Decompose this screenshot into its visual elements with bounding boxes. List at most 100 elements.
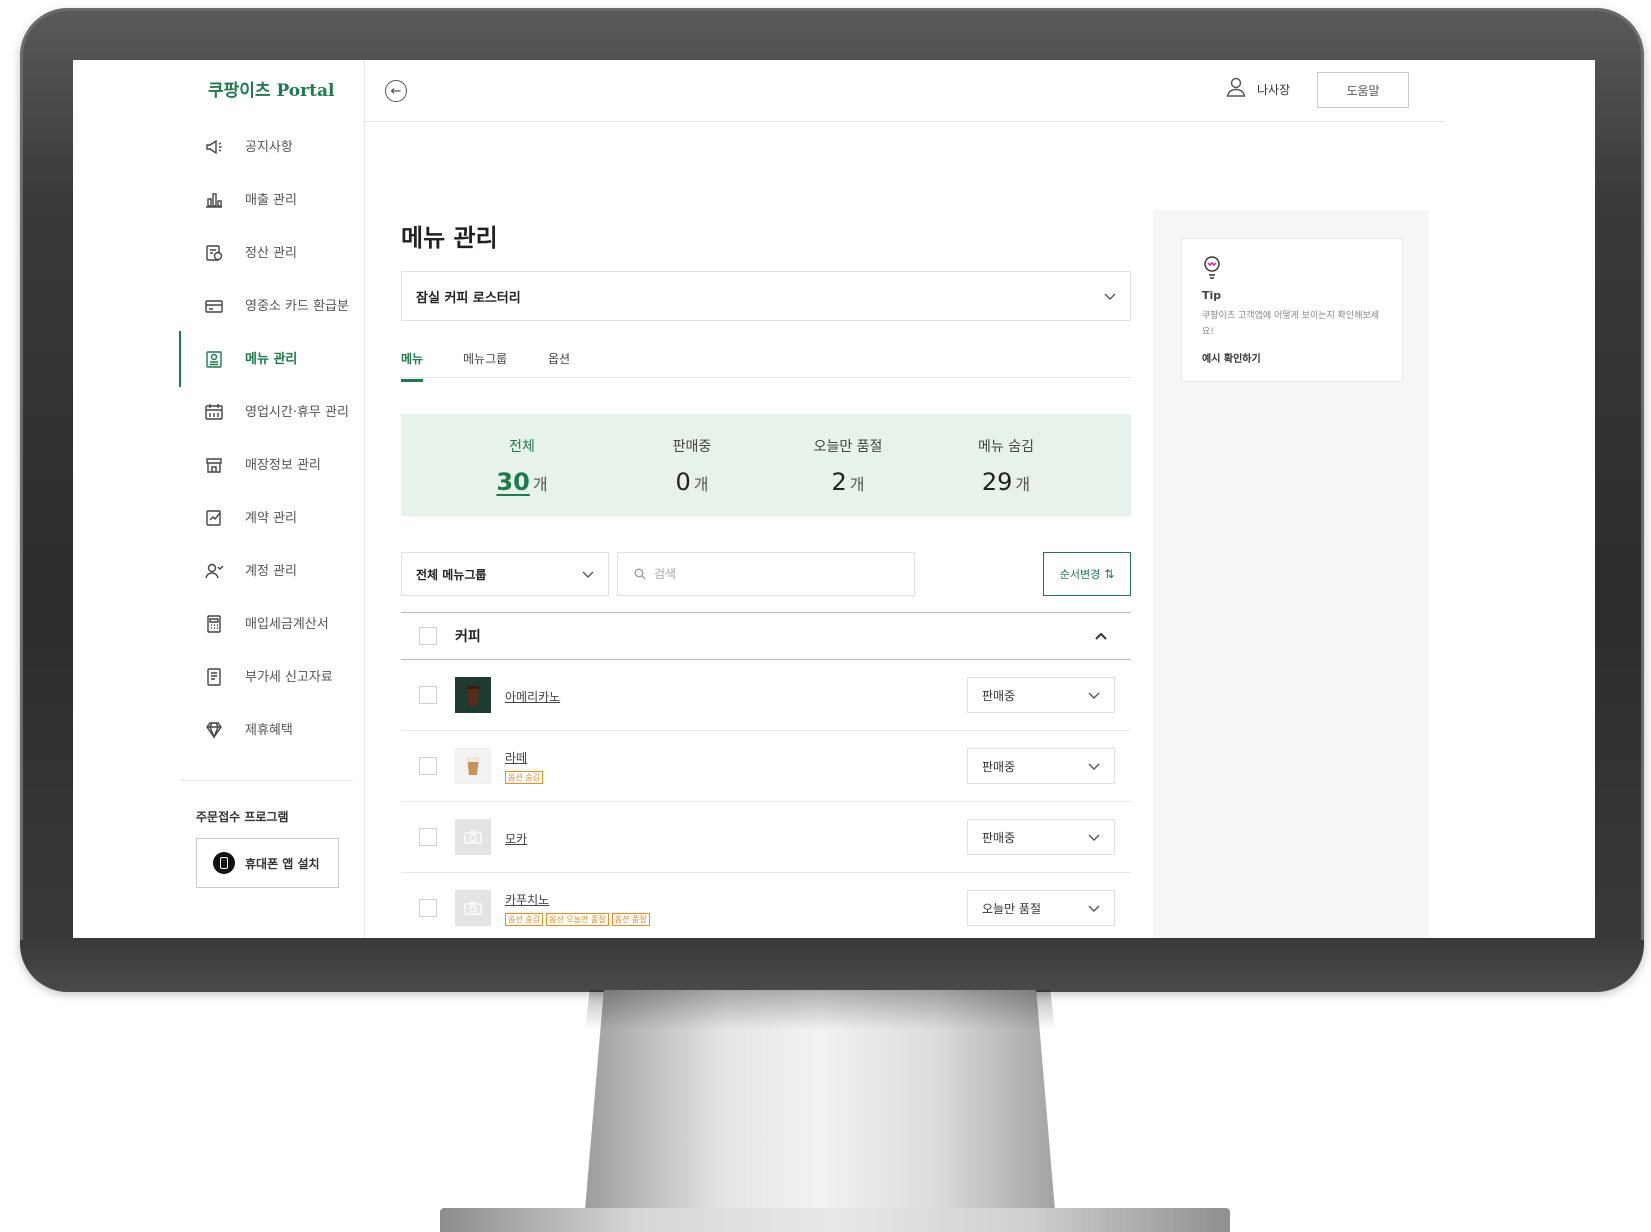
status-value: 판매중: [982, 759, 1016, 774]
sidebar-item-contract[interactable]: 계약 관리: [73, 496, 365, 540]
active-indicator: [179, 331, 181, 387]
menu-group-filter[interactable]: 전체 메뉴그룹: [401, 552, 609, 596]
sidebar-item-tax-invoice[interactable]: 매입세금계산서: [73, 602, 365, 646]
menu-item-row: 카푸치노 옵션 숨김 옵션 오늘만 품절 옵션 품절 오늘만 품절: [401, 873, 1131, 938]
sidebar-item-notices[interactable]: 공지사항: [73, 125, 365, 169]
page-title: 메뉴 관리: [401, 224, 498, 252]
sidebar-item-settlement[interactable]: 정산 관리: [73, 231, 365, 275]
status-value: 오늘만 품절: [982, 901, 1042, 916]
store-select[interactable]: 잠실 커피 로스터리: [401, 271, 1131, 321]
option-tag: 옵션 숨김: [505, 771, 543, 784]
user-icon: [1225, 76, 1247, 102]
camera-icon: [455, 819, 491, 855]
menu-item-row: 아메리카노 판매중: [401, 660, 1131, 731]
chevron-up-icon[interactable]: [1093, 628, 1109, 644]
main-content: 메뉴 관리 잠실 커피 로스터리 메뉴 메뉴그룹 옵션 전체 30 개 판매중 0…: [365, 122, 1163, 938]
sort-arrows-icon: ⇅: [1104, 567, 1115, 581]
chevron-down-icon: [1088, 692, 1100, 699]
reorder-button[interactable]: 순서변경 ⇅: [1043, 552, 1131, 596]
user-menu[interactable]: 나사장: [1225, 76, 1290, 102]
app-logo[interactable]: 쿠팡이츠 Portal: [208, 76, 334, 101]
screen: 쿠팡이츠 Portal 공지사항 매출 관리 정산 관리 영중소 카드 환급분 …: [73, 60, 1595, 938]
right-panel: Tip 쿠팡이츠 고객앱에 어떻게 보이는지 확인해보세요! 예시 확인하기: [1153, 210, 1429, 938]
monitor-chin: [20, 940, 1644, 992]
tab-options[interactable]: 옵션: [548, 350, 570, 379]
help-button[interactable]: 도움말: [1317, 72, 1409, 108]
menu-item-status-select[interactable]: 판매중: [967, 819, 1115, 855]
menu-item-thumbnail: [455, 677, 491, 713]
tip-title: Tip: [1202, 289, 1222, 302]
sidebar-item-hours[interactable]: 영업시간·휴무 관리: [73, 390, 365, 434]
monitor-stand-shadow: [585, 990, 1055, 1030]
camera-icon: [455, 890, 491, 926]
menu-item-status-select[interactable]: 판매중: [967, 748, 1115, 784]
tip-example-link[interactable]: 예시 확인하기: [1202, 350, 1382, 365]
stat-unit: 개: [693, 475, 709, 494]
sidebar-item-account[interactable]: 계정 관리: [73, 549, 365, 593]
stat-on-sale[interactable]: 판매중 0개: [617, 436, 767, 496]
menu-item-name[interactable]: 카푸치노: [505, 891, 549, 908]
lightbulb-icon: [1202, 256, 1222, 283]
sidebar-item-label: 매장정보 관리: [245, 457, 321, 473]
account-icon: [203, 560, 225, 582]
contract-icon: [203, 507, 225, 529]
item-checkbox[interactable]: [419, 686, 437, 704]
megaphone-icon: [203, 136, 225, 158]
order-program-title: 주문접수 프로그램: [196, 810, 289, 824]
chevron-down-icon: [1088, 905, 1100, 912]
sidebar-item-label: 공지사항: [245, 139, 293, 155]
sidebar-item-vat[interactable]: 부가세 신고자료: [73, 655, 365, 699]
tip-card: Tip 쿠팡이츠 고객앱에 어떻게 보이는지 확인해보세요! 예시 확인하기: [1181, 238, 1403, 382]
stat-unit: 개: [849, 475, 865, 494]
option-tag: 옵션 숨김: [505, 913, 543, 926]
sidebar-item-sales[interactable]: 매출 관리: [73, 178, 365, 222]
stat-all[interactable]: 전체 30 개: [447, 436, 597, 496]
sidebar-item-label: 영중소 카드 환급분: [245, 298, 349, 314]
calculator-icon: [203, 613, 225, 635]
install-app-button[interactable]: 휴대폰 앱 설치: [196, 838, 339, 888]
stat-sold-out-today[interactable]: 오늘만 품절 2개: [773, 436, 923, 496]
tab-menu[interactable]: 메뉴: [401, 350, 424, 382]
status-value: 판매중: [982, 830, 1016, 845]
item-checkbox[interactable]: [419, 828, 437, 846]
menu-item-status-select[interactable]: 오늘만 품절: [967, 890, 1115, 926]
diamond-icon: [203, 719, 225, 741]
phone-icon: [213, 852, 235, 874]
top-bar: ← 나사장 도움말: [365, 60, 1445, 122]
sidebar-item-label: 매입세금계산서: [245, 616, 329, 632]
option-tag: 옵션 오늘만 품절: [545, 913, 609, 926]
sidebar-divider: [181, 780, 353, 781]
item-checkbox[interactable]: [419, 757, 437, 775]
stat-label: 오늘만 품절: [813, 439, 883, 455]
menu-item-row: 모카 판매중: [401, 802, 1131, 873]
menu-item-status-select[interactable]: 판매중: [967, 677, 1115, 713]
user-name: 나사장: [1257, 82, 1291, 97]
search-icon: [634, 568, 646, 580]
menu-item-name[interactable]: 라떼: [505, 749, 527, 766]
search-input[interactable]: [654, 567, 884, 581]
sidebar-item-menu[interactable]: 메뉴 관리: [73, 331, 365, 387]
tab-menu-group[interactable]: 메뉴그룹: [463, 350, 507, 379]
item-checkbox[interactable]: [419, 899, 437, 917]
search-box: [617, 552, 915, 596]
category-checkbox[interactable]: [419, 627, 437, 645]
tab-bar: 메뉴 메뉴그룹 옵션: [401, 348, 1131, 382]
sidebar-item-benefits[interactable]: 제휴혜택: [73, 708, 365, 752]
option-tag: 옵션 품절: [611, 913, 650, 926]
install-app-label: 휴대폰 앱 설치: [245, 856, 320, 871]
chevron-down-icon: [1088, 834, 1100, 841]
menu-item-tags: 옵션 숨김: [505, 771, 543, 784]
category-header: 커피: [401, 612, 1131, 660]
menu-stats-panel: 전체 30 개 판매중 0개 오늘만 품절 2개 메뉴 숨김 29 개: [401, 414, 1131, 516]
status-value: 판매중: [982, 688, 1016, 703]
menu-item-name[interactable]: 모카: [505, 830, 527, 847]
stat-value: 2: [831, 468, 847, 496]
store-icon: [203, 454, 225, 476]
bar-chart-icon: [203, 189, 225, 211]
stat-hidden[interactable]: 메뉴 숨김 29 개: [931, 436, 1081, 496]
menu-item-name[interactable]: 아메리카노: [505, 688, 560, 705]
sidebar-item-card-refund[interactable]: 영중소 카드 환급분: [73, 284, 365, 328]
back-arrow-icon[interactable]: ←: [385, 80, 407, 102]
sidebar: 쿠팡이츠 Portal 공지사항 매출 관리 정산 관리 영중소 카드 환급분 …: [73, 60, 365, 938]
sidebar-item-store-info[interactable]: 매장정보 관리: [73, 443, 365, 487]
